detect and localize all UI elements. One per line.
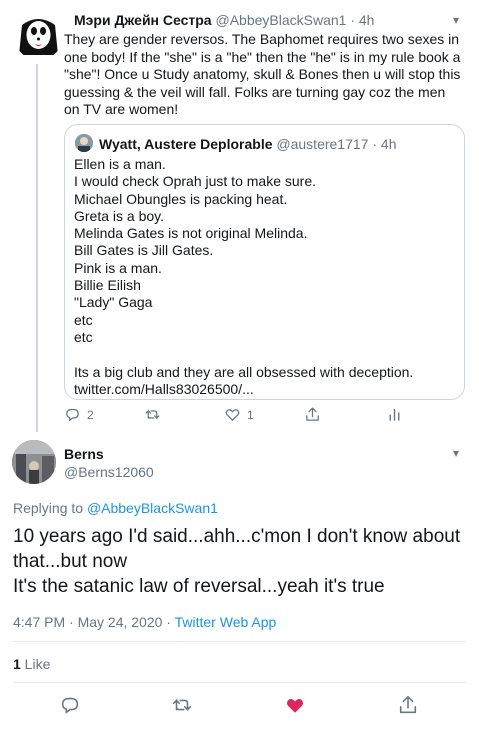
quote-line: "Lady" Gaga — [74, 294, 153, 311]
replying-to: Replying to @AbbeyBlackSwan1 — [13, 500, 218, 516]
separator-dot: · — [372, 136, 378, 152]
reply-actions — [0, 694, 479, 718]
quote-blank-line — [74, 346, 459, 363]
heart-icon — [225, 409, 240, 422]
reply-icon — [61, 697, 79, 714]
quote-link[interactable]: twitter.com/Halls83026500/... — [74, 381, 459, 398]
quote-line: Bill Gates is Jill Gates. — [74, 242, 214, 259]
reply-avatar[interactable] — [12, 440, 56, 484]
parent-tweet[interactable]: Мэри Джейн Сестра @AbbeyBlackSwan1 · 4h … — [0, 0, 479, 432]
divider — [13, 682, 466, 683]
thread-line — [36, 64, 38, 432]
quote-line: Ellen is a man. — [74, 156, 166, 172]
replying-to-link[interactable]: @AbbeyBlackSwan1 — [87, 500, 218, 516]
parent-body: They are gender reversos. The Baphomet r… — [64, 31, 461, 117]
likes-count: 1 — [13, 656, 21, 672]
share-icon — [306, 407, 319, 421]
retweet-icon — [172, 698, 192, 712]
parent-header: Мэри Джейн Сестра @AbbeyBlackSwan1 · 4h — [74, 12, 374, 28]
quote-header: Wyatt, Austere Deplorable @austere1717 ·… — [99, 136, 396, 152]
likes-summary[interactable]: 1 Like — [13, 656, 50, 672]
heart-icon — [286, 699, 304, 713]
replying-to-label: Replying to — [13, 500, 87, 516]
share-button[interactable] — [397, 694, 419, 716]
quote-body: Ellen is a man. I would check Oprah just… — [74, 156, 459, 398]
reply-timestamp[interactable]: 4:47 PM · May 24, 2020 · — [13, 614, 175, 630]
quote-line: Its a big club and they are all obsessed… — [74, 363, 414, 380]
chevron-down-icon[interactable]: ▾ — [453, 446, 459, 460]
reply-display-name[interactable]: Berns — [64, 446, 104, 462]
analytics-icon — [389, 408, 400, 421]
quote-line: Melinda Gates is not original Melinda. — [74, 225, 308, 242]
parent-handle[interactable]: @AbbeyBlackSwan1 — [215, 12, 346, 28]
parent-avatar[interactable] — [14, 11, 63, 60]
like-count: 1 — [247, 407, 254, 422]
quote-line: Michael Obungles is packing heat. — [74, 190, 288, 207]
quote-line: Greta is a boy. — [74, 207, 165, 224]
quote-line: Pink is a man. — [74, 259, 162, 276]
parent-display-name[interactable]: Мэри Джейн Сестра — [74, 12, 212, 28]
retweet-button[interactable] — [144, 406, 161, 423]
analytics-button[interactable] — [386, 406, 403, 423]
quote-line: etc — [74, 328, 93, 345]
reply-body-line: It's the satanic law of reversal...yeah … — [13, 576, 385, 597]
divider — [13, 641, 466, 642]
chevron-down-icon[interactable]: ▾ — [453, 13, 459, 27]
quote-time: 4h — [380, 136, 397, 152]
likes-label: Like — [20, 656, 51, 672]
share-icon — [399, 695, 417, 714]
like-button[interactable]: 1 — [224, 406, 254, 423]
retweet-icon — [145, 409, 160, 420]
quote-line: Billie Eilish — [74, 277, 141, 294]
reply-button[interactable] — [59, 694, 81, 716]
reply-body: 10 years ago I'd said...ahh...c'mon I do… — [13, 524, 468, 599]
quote-line: etc — [74, 311, 93, 328]
parent-actions: 2 1 — [64, 406, 404, 426]
reply-meta: 4:47 PM · May 24, 2020 · Twitter Web App — [13, 614, 276, 630]
reply-button[interactable]: 2 — [64, 406, 94, 423]
quote-line: I would check Oprah just to make sure. — [74, 173, 316, 190]
reply-body-line: 10 years ago I'd said...ahh...c'mon I do… — [13, 526, 461, 572]
separator-dot: · — [350, 12, 355, 28]
quote-display-name: Wyatt, Austere Deplorable — [99, 136, 273, 152]
quote-handle: @austere1717 — [276, 136, 369, 152]
reply-count: 2 — [87, 407, 94, 422]
quoted-tweet[interactable]: Wyatt, Austere Deplorable @austere1717 ·… — [64, 124, 465, 400]
quote-avatar — [75, 134, 93, 152]
source-app-link[interactable]: Twitter Web App — [175, 614, 277, 630]
retweet-button[interactable] — [171, 694, 193, 716]
reply-tweet: Berns @Berns12060 ▾ Replying to @AbbeyBl… — [0, 432, 479, 733]
reply-handle[interactable]: @Berns12060 — [64, 464, 154, 480]
reply-icon — [66, 408, 79, 422]
like-button[interactable] — [284, 694, 306, 716]
parent-time[interactable]: 4h — [359, 12, 375, 28]
share-button[interactable] — [304, 406, 321, 423]
